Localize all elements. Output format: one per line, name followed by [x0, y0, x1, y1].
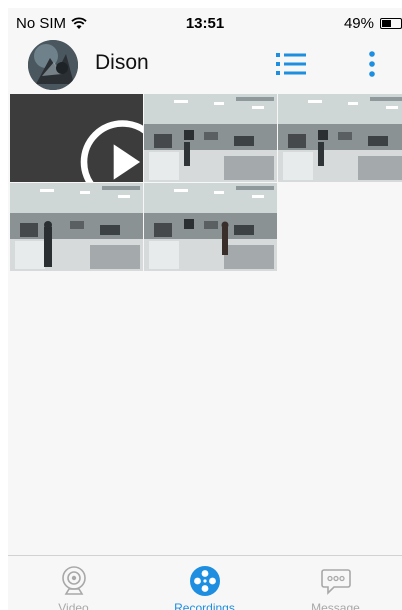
avatar[interactable]: [28, 40, 78, 90]
tab-recordings[interactable]: Recordings: [139, 556, 270, 610]
office-thumbnail-image: [278, 94, 402, 182]
webcam-icon: [61, 566, 86, 595]
recording-tile-video[interactable]: [10, 94, 143, 182]
status-right: 49%: [344, 15, 402, 32]
tab-message-label: Message: [311, 601, 360, 610]
status-bar: No SIM 13:51 49%: [8, 8, 402, 38]
tab-bar: Video Recordings Message: [8, 555, 402, 610]
film-reel-icon: [189, 566, 220, 596]
recording-tile[interactable]: [144, 94, 277, 182]
play-icon[interactable]: [56, 118, 143, 182]
tab-recordings-label: Recordings: [174, 601, 235, 610]
office-thumbnail-image: [144, 183, 277, 271]
header: Dison: [8, 38, 402, 94]
tab-video[interactable]: Video: [8, 556, 139, 610]
recording-tile[interactable]: [144, 183, 277, 271]
recording-tile[interactable]: [10, 183, 143, 271]
list-view-icon[interactable]: [276, 52, 306, 76]
battery-icon: [380, 18, 402, 29]
office-thumbnail-image: [144, 94, 277, 182]
app-screen: No SIM 13:51 49% Dison Video Recordings …: [0, 0, 402, 610]
office-thumbnail-image: [10, 183, 143, 271]
battery-percent: 49%: [343, 15, 374, 32]
tab-message[interactable]: Message: [270, 556, 401, 610]
recording-tile[interactable]: [278, 94, 402, 182]
status-time: 13:51: [185, 15, 225, 32]
tab-video-label: Video: [58, 601, 89, 610]
chat-bubble-icon: [320, 569, 351, 595]
avatar-image: [28, 40, 78, 90]
phone-content: No SIM 13:51 49% Dison Video Recordings …: [8, 8, 402, 610]
more-vertical-icon[interactable]: [365, 48, 379, 80]
user-name: Dison: [95, 51, 149, 74]
battery-fill: [382, 20, 391, 27]
